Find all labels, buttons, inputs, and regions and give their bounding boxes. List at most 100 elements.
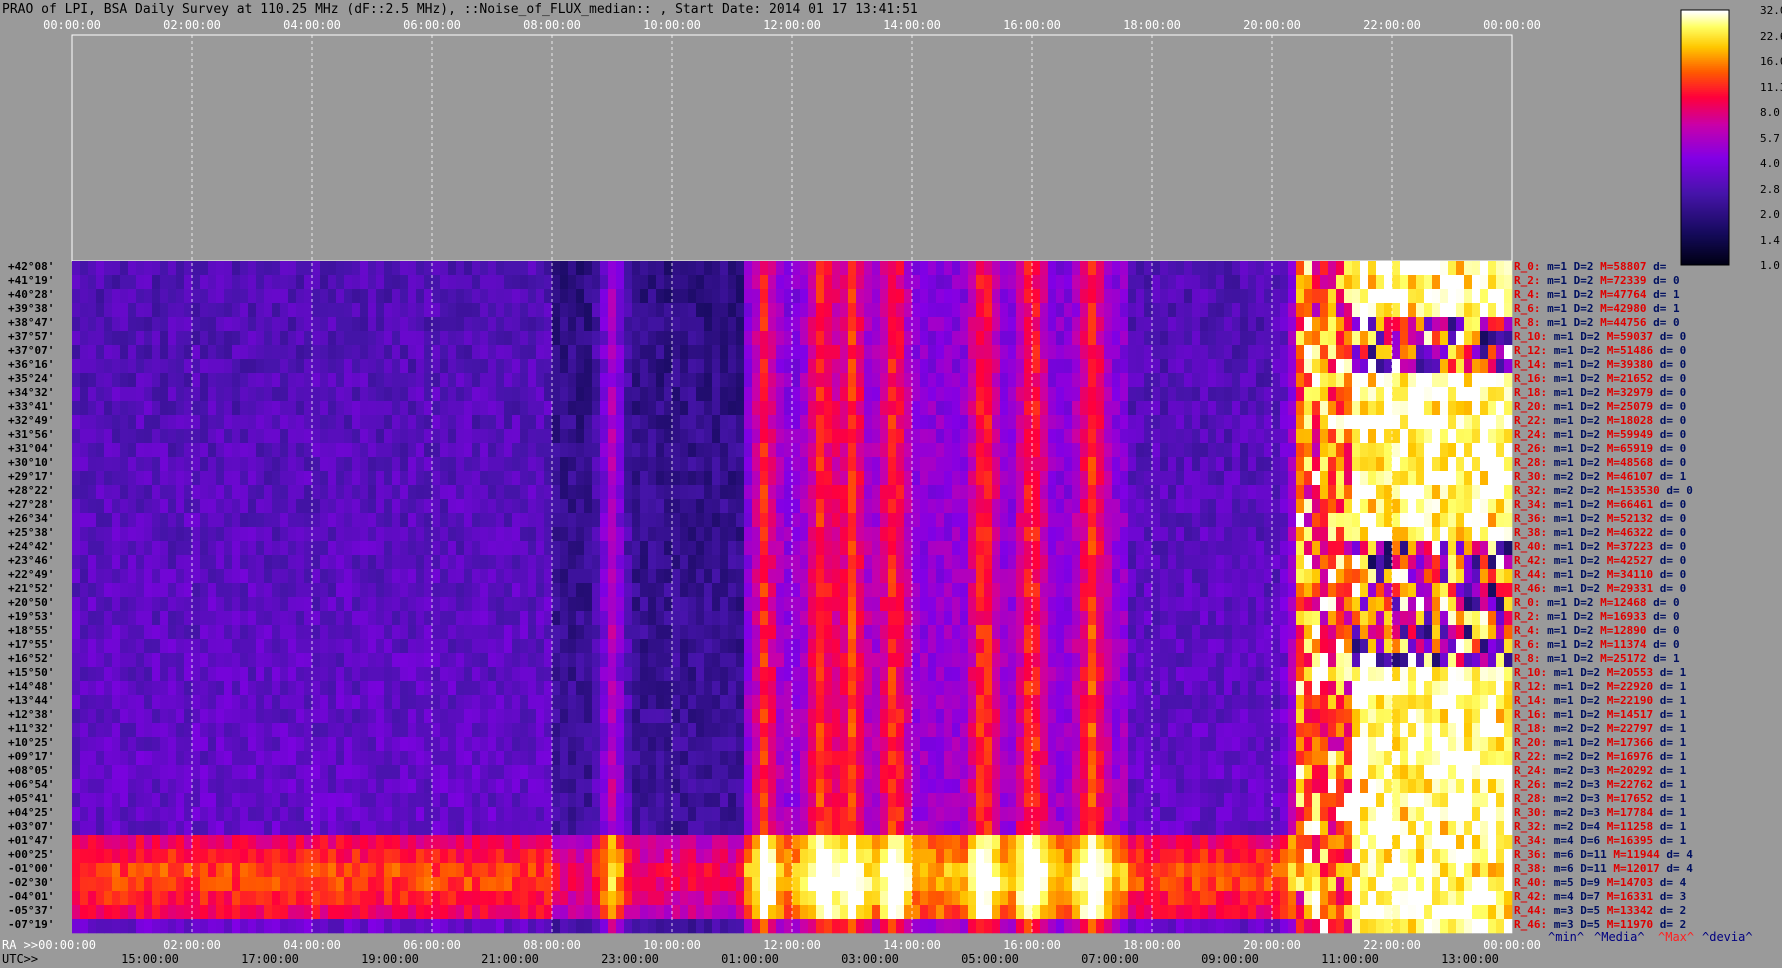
heatmap-cell	[1144, 415, 1153, 430]
heatmap-cell	[1448, 555, 1457, 570]
heatmap-cell	[176, 317, 185, 332]
heatmap-cell	[1136, 443, 1145, 458]
heatmap-cell	[136, 485, 145, 500]
heatmap-cell	[368, 275, 377, 290]
heatmap-cell	[320, 303, 329, 318]
heatmap-cell	[384, 569, 393, 584]
heatmap-cell	[1424, 457, 1433, 472]
heatmap-cell	[856, 527, 865, 542]
heatmap-cell	[944, 331, 953, 346]
heatmap-cell	[1152, 471, 1161, 486]
heatmap-cell	[88, 359, 97, 374]
heatmap-cell	[368, 429, 377, 444]
heatmap-cell	[856, 275, 865, 290]
heatmap-cell	[1000, 527, 1009, 542]
heatmap-cell	[1088, 317, 1097, 332]
heatmap-cell	[520, 373, 529, 388]
heatmap-cell	[832, 345, 841, 360]
heatmap-cell	[1424, 359, 1433, 374]
heatmap-cell	[376, 597, 385, 612]
heatmap-cell	[512, 597, 521, 612]
heatmap-cell	[1488, 359, 1497, 374]
heatmap-cell	[1464, 569, 1473, 584]
heatmap-cell	[784, 415, 793, 430]
heatmap-cell	[792, 331, 801, 346]
heatmap-cell	[496, 289, 505, 304]
heatmap-cell	[1056, 387, 1065, 402]
heatmap-cell	[992, 415, 1001, 430]
heatmap-cell	[592, 289, 601, 304]
heatmap-cell	[536, 639, 545, 654]
heatmap-cell	[312, 513, 321, 528]
heatmap-cell	[1048, 485, 1057, 500]
heatmap-cell	[464, 597, 473, 612]
heatmap-cell	[1272, 359, 1281, 374]
heatmap-cell	[536, 541, 545, 556]
heatmap-cell	[1480, 527, 1489, 542]
heatmap-cell	[760, 611, 769, 626]
heatmap-cell	[840, 289, 849, 304]
heatmap-cell	[664, 555, 673, 570]
heatmap-cell	[1384, 597, 1393, 612]
heatmap-cell	[1432, 275, 1441, 290]
heatmap-cell	[1160, 583, 1169, 598]
heatmap-cell	[704, 485, 713, 500]
heatmap-cell	[200, 401, 209, 416]
heatmap-cell	[976, 359, 985, 374]
heatmap-cell	[1088, 471, 1097, 486]
heatmap-cell	[1424, 499, 1433, 514]
heatmap-cell	[1128, 443, 1137, 458]
heatmap-cell	[1048, 611, 1057, 626]
heatmap-cell	[312, 317, 321, 332]
heatmap-cell	[208, 555, 217, 570]
heatmap-cell	[904, 499, 913, 514]
heatmap-cell	[544, 261, 553, 276]
heatmap-cell	[112, 569, 121, 584]
heatmap-cell	[360, 429, 369, 444]
heatmap-cell	[144, 597, 153, 612]
heatmap-cell	[1400, 401, 1409, 416]
heatmap-cell	[952, 331, 961, 346]
heatmap-cell	[960, 275, 969, 290]
heatmap-cell	[328, 583, 337, 598]
heatmap-cell	[248, 359, 257, 374]
heatmap-cell	[496, 373, 505, 388]
heatmap-cell	[976, 513, 985, 528]
heatmap-cell	[1456, 625, 1465, 640]
heatmap-cell	[520, 275, 529, 290]
heatmap-cell	[776, 345, 785, 360]
heatmap-cell	[472, 513, 481, 528]
heatmap-cell	[480, 373, 489, 388]
heatmap-cell	[1280, 275, 1289, 290]
heatmap-cell	[1280, 303, 1289, 318]
heatmap-cell	[1240, 513, 1249, 528]
heatmap-cell	[552, 583, 561, 598]
heatmap-cell	[704, 527, 713, 542]
heatmap-cell	[128, 569, 137, 584]
heatmap-cell	[864, 569, 873, 584]
heatmap-cell	[1504, 331, 1513, 346]
heatmap-cell	[512, 443, 521, 458]
heatmap-cell	[1064, 373, 1073, 388]
heatmap-cell	[936, 569, 945, 584]
heatmap-cell	[144, 513, 153, 528]
heatmap-cell	[616, 387, 625, 402]
heatmap-cell	[368, 387, 377, 402]
heatmap-cell	[152, 527, 161, 542]
heatmap-cell	[1496, 415, 1505, 430]
heatmap-cell	[1440, 457, 1449, 472]
heatmap-cell	[96, 345, 105, 360]
heatmap-cell	[1128, 597, 1137, 612]
heatmap-cell	[640, 555, 649, 570]
heatmap-cell	[1168, 527, 1177, 542]
heatmap-cell	[72, 639, 81, 654]
heatmap-cell	[1280, 429, 1289, 444]
heatmap-cell	[72, 597, 81, 612]
heatmap-cell	[1136, 541, 1145, 556]
heatmap-cell	[544, 471, 553, 486]
heatmap-cell	[88, 639, 97, 654]
heatmap-cell	[1040, 611, 1049, 626]
heatmap-cell	[1000, 359, 1009, 374]
heatmap-cell	[688, 289, 697, 304]
heatmap-cell	[1216, 359, 1225, 374]
